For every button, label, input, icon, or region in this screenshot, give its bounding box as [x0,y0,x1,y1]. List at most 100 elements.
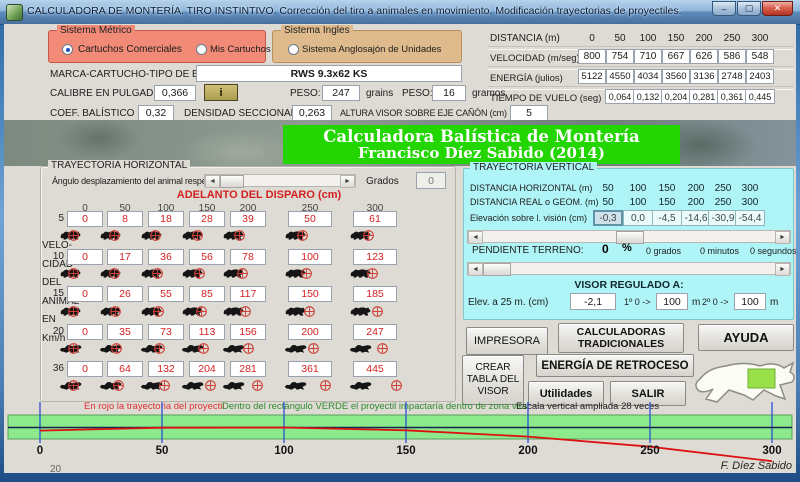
adelanto-value-box: 0 [67,324,103,340]
dist-horizontal-value: 100 [623,183,653,194]
dist-horizontal-value: 250 [708,183,738,194]
dist-real-label: DISTANCIA REAL o GEOM. (m) [470,197,599,207]
distance-header-value: 300 [745,33,775,44]
visor-regulado-title: VISOR REGULADO A: [484,279,774,291]
adelanto-value: 73 [160,326,172,338]
hare-icon [349,342,373,360]
velocidad-value-box: 667 [662,49,690,64]
ayuda-button[interactable]: AYUDA [698,324,794,351]
info-button[interactable]: i [204,84,238,101]
energia-retroceso-button[interactable]: ENERGÍA DE RETROCESO [536,354,694,377]
slider-right-arrow[interactable]: ► [340,175,355,188]
adelanto-value: 113 [199,326,216,338]
animal-lead-icon-cell [349,266,425,282]
elevacion-value-box: -14,6 [681,210,711,226]
adelanto-value: 361 [301,363,319,375]
axis-extra-label: 20 [50,464,61,473]
slider-thumb[interactable] [220,175,244,188]
adelanto-value-box: 123 [353,249,397,265]
dist-horizontal-value: 150 [652,183,682,194]
pendiente-label: PENDIENTE TERRENO: [472,245,584,256]
scrollbar-right-arrow[interactable]: ► [775,231,790,244]
pendiente-pct: % [622,242,632,254]
grados-label: Grados [366,176,399,187]
zero1-input[interactable]: 100 [656,293,688,310]
crosshair-icon [362,229,375,247]
minimize-button[interactable]: – [712,1,736,16]
distance-header-value: 250 [717,33,747,44]
zero2-label: 2º 0 -> [702,297,729,307]
adelanto-value: 18 [160,213,172,225]
zero2-input[interactable]: 100 [734,293,766,310]
dist-real-value: 50 [593,197,623,208]
radio-mis-cartuchos-label: Mis Cartuchos [210,44,271,55]
densidad-input[interactable]: 0,263 [292,105,332,121]
adelanto-value-box: 0 [67,361,103,377]
chart-x-label: 100 [269,445,299,457]
close-button[interactable]: ✕ [762,1,793,16]
scrollbar-thumb[interactable] [483,263,511,276]
peso-grains-input[interactable]: 247 [322,85,360,101]
client-area: Sistema Métrico Cartuchos Comerciales Mi… [4,24,796,473]
adelanto-value: 281 [239,363,257,375]
adelanto-value: 0 [82,363,88,375]
impresora-button[interactable]: IMPRESORA [466,327,548,355]
scrollbar-left-arrow[interactable]: ◄ [468,231,483,244]
coef-input[interactable]: 0,32 [138,105,174,121]
crosshair-icon [108,229,121,247]
crosshair-icon [300,267,313,285]
scrollbar-right-arrow[interactable]: ► [775,263,790,276]
chart-x-label: 150 [391,445,421,457]
trayectoria-vertical-title: TRAYECTORIA VERTICAL [470,162,597,173]
slider-left-arrow[interactable]: ◄ [205,175,220,188]
crosshair-icon [296,229,309,247]
calculadoras-button[interactable]: CALCULADORAS TRADICIONALES [558,323,684,353]
adelanto-value: 200 [301,326,319,338]
scrollbar-left-arrow[interactable]: ◄ [468,263,483,276]
marca-input[interactable]: RWS 9.3x62 KS [196,65,462,82]
adelanto-value: 156 [239,326,257,338]
adelanto-value: 35 [119,326,131,338]
angulo-slider[interactable]: ◄ ► [204,174,356,187]
elev25-label: Elev. a 25 m. (cm) [468,297,548,308]
hare-icon [284,342,308,360]
tiempo-value-box: 0,204 [661,89,691,104]
adelanto-value: 0 [82,326,88,338]
adelanto-value-box: 0 [67,249,103,265]
dist-horizontal-label: DISTANCIA HORIZONTAL (m) [470,183,592,193]
crosshair-icon [112,379,125,397]
distance-header-value: 50 [605,33,635,44]
animal-speed-label: 20 [42,326,64,337]
grados-input[interactable]: 0 [416,172,446,189]
maximize-button[interactable]: ▢ [737,1,761,16]
crosshair-icon [149,229,162,247]
radio-cartuchos-comerciales[interactable] [62,44,73,55]
elev25-input[interactable]: -2,1 [570,293,616,310]
crosshair-icon [376,342,389,360]
pendiente-scrollbar[interactable]: ◄ ► [467,262,791,275]
animal-speed-label: 5 [42,213,64,224]
adelanto-value: 132 [157,363,175,375]
dist-real-value: 150 [652,197,682,208]
radio-anglosajon-label: Sistema Anglosajón de Unidades [302,44,441,55]
tiempo-value-box: 0,281 [689,89,719,104]
adelanto-value: 247 [366,326,384,338]
crosshair-icon [242,342,255,360]
dist-horizontal-value: 50 [593,183,623,194]
radio-mis-cartuchos[interactable] [196,44,207,55]
elevacion-value-box: -30,9 [708,210,738,226]
pendiente-value[interactable]: 0 [602,242,609,256]
app-window: CALCULADORA DE MONTERÍA. TIRO INSTINTIVO… [0,0,800,482]
crosshair-icon [307,342,320,360]
peso-gramos-input[interactable]: 16 [432,85,466,101]
calibre-input[interactable]: 0,366 [154,85,196,101]
crosshair-icon [67,267,80,285]
altura-visor-input[interactable]: 5 [510,105,548,121]
adelanto-value: 204 [198,363,216,375]
adelanto-value-box: 445 [353,361,397,377]
tiempo-value-box: 0,445 [745,89,775,104]
radio-anglosajon[interactable] [288,44,299,55]
adelanto-value-box: 0 [67,286,103,302]
adelanto-value: 64 [119,363,131,375]
tiempo-value-box: 0,361 [717,89,747,104]
